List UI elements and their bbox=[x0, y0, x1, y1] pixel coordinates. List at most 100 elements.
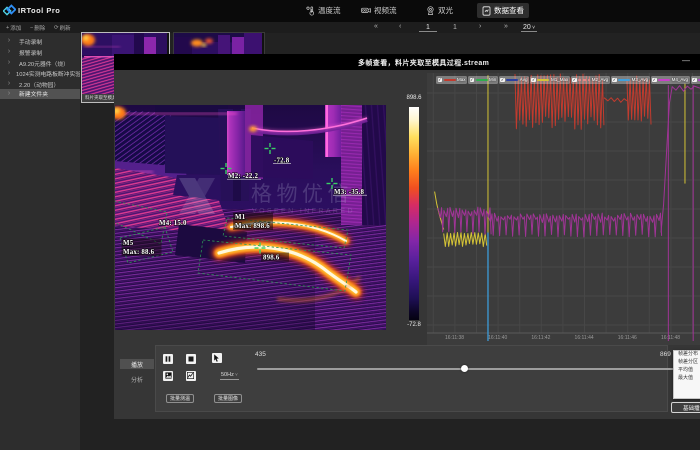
page-size-value: 20 bbox=[523, 24, 531, 31]
legend-item-M4_Avg[interactable]: ✓ M4_Avg bbox=[651, 76, 690, 85]
sidebar-item-label: 1024实测电路板断冲实验 bbox=[16, 69, 80, 78]
playback-mode-button[interactable]: 基础播放 bbox=[671, 402, 700, 413]
x-axis-tick-label: 16:11:46 bbox=[607, 335, 647, 341]
control-tab-analysis[interactable]: 分析 bbox=[120, 374, 154, 384]
legend-item-M1_Max[interactable]: ✓M1_Max bbox=[530, 76, 570, 85]
sidebar-item-label: A9.20元器件（烧） bbox=[19, 59, 69, 68]
legend-item-Min[interactable]: ✓Min bbox=[468, 76, 498, 85]
add-button[interactable]: +添加 bbox=[6, 24, 21, 32]
temperature-chart[interactable]: ✓Max✓Min✓Avg✓M1_Max✓M2_Avg✓M3_Avg✓M4_Avg… bbox=[427, 73, 700, 345]
pagination-page-input[interactable]: 1 bbox=[419, 24, 437, 32]
pagination-last-button[interactable]: » bbox=[504, 23, 508, 30]
measurement-label: M5 bbox=[123, 240, 134, 247]
app-title: IRTool Pro bbox=[18, 6, 60, 15]
legend-label: Max bbox=[457, 77, 466, 82]
irtool-pro-app: IRTool Pro 温度流 视频流 双光 数据查看 +添加 −删除 ⟳刷新 «… bbox=[0, 0, 700, 450]
stop-icon bbox=[188, 356, 194, 362]
legend-item-M2_Avg[interactable]: ✓ M2_Avg bbox=[571, 76, 610, 85]
plus-icon: + bbox=[6, 25, 9, 31]
chevron-right-icon: › bbox=[8, 37, 13, 44]
legend-color-line bbox=[444, 79, 456, 81]
pagination-first-button[interactable]: « bbox=[374, 23, 378, 30]
sidebar-item-a920[interactable]: ›A9.20元器件（烧） bbox=[0, 58, 80, 68]
video-camera-icon bbox=[361, 6, 371, 15]
tab-dual-light[interactable]: 双光 bbox=[426, 3, 453, 18]
frame-slider-track[interactable] bbox=[257, 368, 695, 370]
dropdown-item[interactable]: 平均值 bbox=[674, 367, 700, 375]
tab-label: 视频流 bbox=[374, 5, 397, 16]
chart-plot bbox=[427, 73, 700, 345]
tab-temperature-stream[interactable]: 温度流 bbox=[306, 3, 341, 18]
color-scale-bar bbox=[409, 107, 419, 320]
dropdown-item[interactable]: 帧差分布 bbox=[674, 351, 700, 359]
legend-checkbox[interactable]: ✓ bbox=[531, 78, 536, 83]
sidebar-item-label: 报警录制 bbox=[19, 48, 42, 57]
legend-color-line bbox=[537, 79, 549, 81]
delete-button[interactable]: −删除 bbox=[30, 24, 45, 32]
export-image-button[interactable] bbox=[163, 371, 173, 381]
measurement-label: M4: 15.0 bbox=[159, 220, 187, 227]
thermal-image[interactable]: 格物优信VOSEEN INFRARED-72.8M2: -22.2M3: -35… bbox=[115, 105, 386, 330]
export-curve-button[interactable] bbox=[186, 371, 196, 381]
tab-video-stream[interactable]: 视频流 bbox=[361, 3, 397, 18]
chart-legend: ✓Max✓Min✓Avg✓M1_Max✓M2_Avg✓M3_Avg✓M4_Avg… bbox=[436, 76, 700, 85]
sidebar-item-1024[interactable]: ›1024实测电路板断冲实验 bbox=[0, 69, 80, 79]
pause-button[interactable] bbox=[163, 354, 173, 364]
legend-item-Avg[interactable]: ✓ Avg bbox=[499, 76, 529, 85]
page-size-select[interactable]: 20 ˅ bbox=[521, 24, 537, 32]
legend-color-line bbox=[476, 79, 488, 81]
cursor-tool-button[interactable] bbox=[212, 353, 222, 363]
minus-icon: − bbox=[30, 25, 33, 31]
refresh-label: 刷新 bbox=[60, 24, 71, 32]
stop-button[interactable] bbox=[186, 354, 196, 364]
legend-label: M2_Avg bbox=[592, 77, 608, 82]
sidebar-item-new-folder[interactable]: › 新建文件夹 bbox=[0, 89, 80, 99]
sidebar-item-label: 2.20（动物园） bbox=[19, 80, 59, 89]
slider-max-label: 869 bbox=[660, 351, 671, 358]
window-title-bar[interactable]: 多帧查看，料片夹取至模具过程.stream — bbox=[114, 54, 700, 70]
sidebar-item-manual-record[interactable]: ›手动录制 bbox=[0, 36, 80, 46]
tab-label: 数据查看 bbox=[494, 5, 524, 16]
x-axis-tick-label: 16:11:48 bbox=[651, 335, 691, 341]
refresh-icon: ⟳ bbox=[54, 25, 59, 31]
legend-checkbox[interactable]: ✓ bbox=[438, 78, 443, 83]
legend-color-line bbox=[578, 79, 590, 81]
pagination-next-button[interactable]: › bbox=[479, 23, 481, 30]
tab-label: 温度流 bbox=[318, 5, 341, 16]
legend-checkbox[interactable]: ✓ bbox=[500, 78, 505, 83]
batch-measure-button[interactable]: 批量测温 bbox=[166, 394, 194, 403]
chevron-right-icon: › bbox=[8, 90, 13, 97]
batch-image-button[interactable]: 批量图像 bbox=[214, 394, 242, 403]
tab-label: 双光 bbox=[438, 5, 453, 16]
legend-item-M5_Avg[interactable]: ✓M5_Avg bbox=[691, 76, 700, 85]
legend-label: Avg bbox=[520, 77, 528, 82]
image-file-icon bbox=[165, 372, 172, 379]
legend-checkbox[interactable]: ✓ bbox=[612, 78, 617, 83]
chevron-down-icon: ˅ bbox=[234, 372, 238, 377]
control-tab-playback[interactable]: 播放 bbox=[120, 359, 154, 369]
measurement-label: M1 bbox=[235, 214, 246, 221]
tab-data-view[interactable]: 数据查看 bbox=[477, 3, 529, 18]
legend-checkbox[interactable]: ✓ bbox=[652, 78, 657, 83]
legend-label: M3_Avg bbox=[632, 77, 648, 82]
dropdown-item[interactable]: 帧差分区 bbox=[674, 359, 700, 367]
minimize-icon[interactable]: — bbox=[682, 57, 690, 65]
webcam-icon bbox=[426, 6, 435, 16]
legend-label: M4_Avg bbox=[672, 77, 688, 82]
top-bar: IRTool Pro 温度流 视频流 双光 数据查看 bbox=[0, 0, 700, 22]
frame-rate-select[interactable]: 50Hz ˅ bbox=[220, 372, 239, 380]
refresh-button[interactable]: ⟳刷新 bbox=[54, 24, 71, 32]
sidebar-item-label: 新建文件夹 bbox=[19, 89, 48, 98]
x-axis-tick-label: 16:11:40 bbox=[478, 335, 518, 341]
legend-item-Max[interactable]: ✓ Max bbox=[436, 76, 467, 85]
legend-checkbox[interactable]: ✓ bbox=[572, 78, 577, 83]
pagination-prev-button[interactable]: ‹ bbox=[399, 23, 401, 30]
legend-color-line bbox=[658, 79, 670, 81]
sidebar-item-alarm-record[interactable]: ›报警录制 bbox=[0, 47, 80, 57]
x-axis-tick-label: 16:11:38 bbox=[435, 335, 475, 341]
sidebar-item-220[interactable]: ›2.20（动物园） bbox=[0, 79, 80, 89]
dropdown-item[interactable]: 最大值 bbox=[674, 375, 700, 383]
legend-item-M3_Avg[interactable]: ✓ M3_Avg bbox=[611, 76, 650, 85]
legend-checkbox[interactable]: ✓ bbox=[470, 78, 475, 83]
legend-checkbox[interactable]: ✓ bbox=[692, 78, 697, 83]
